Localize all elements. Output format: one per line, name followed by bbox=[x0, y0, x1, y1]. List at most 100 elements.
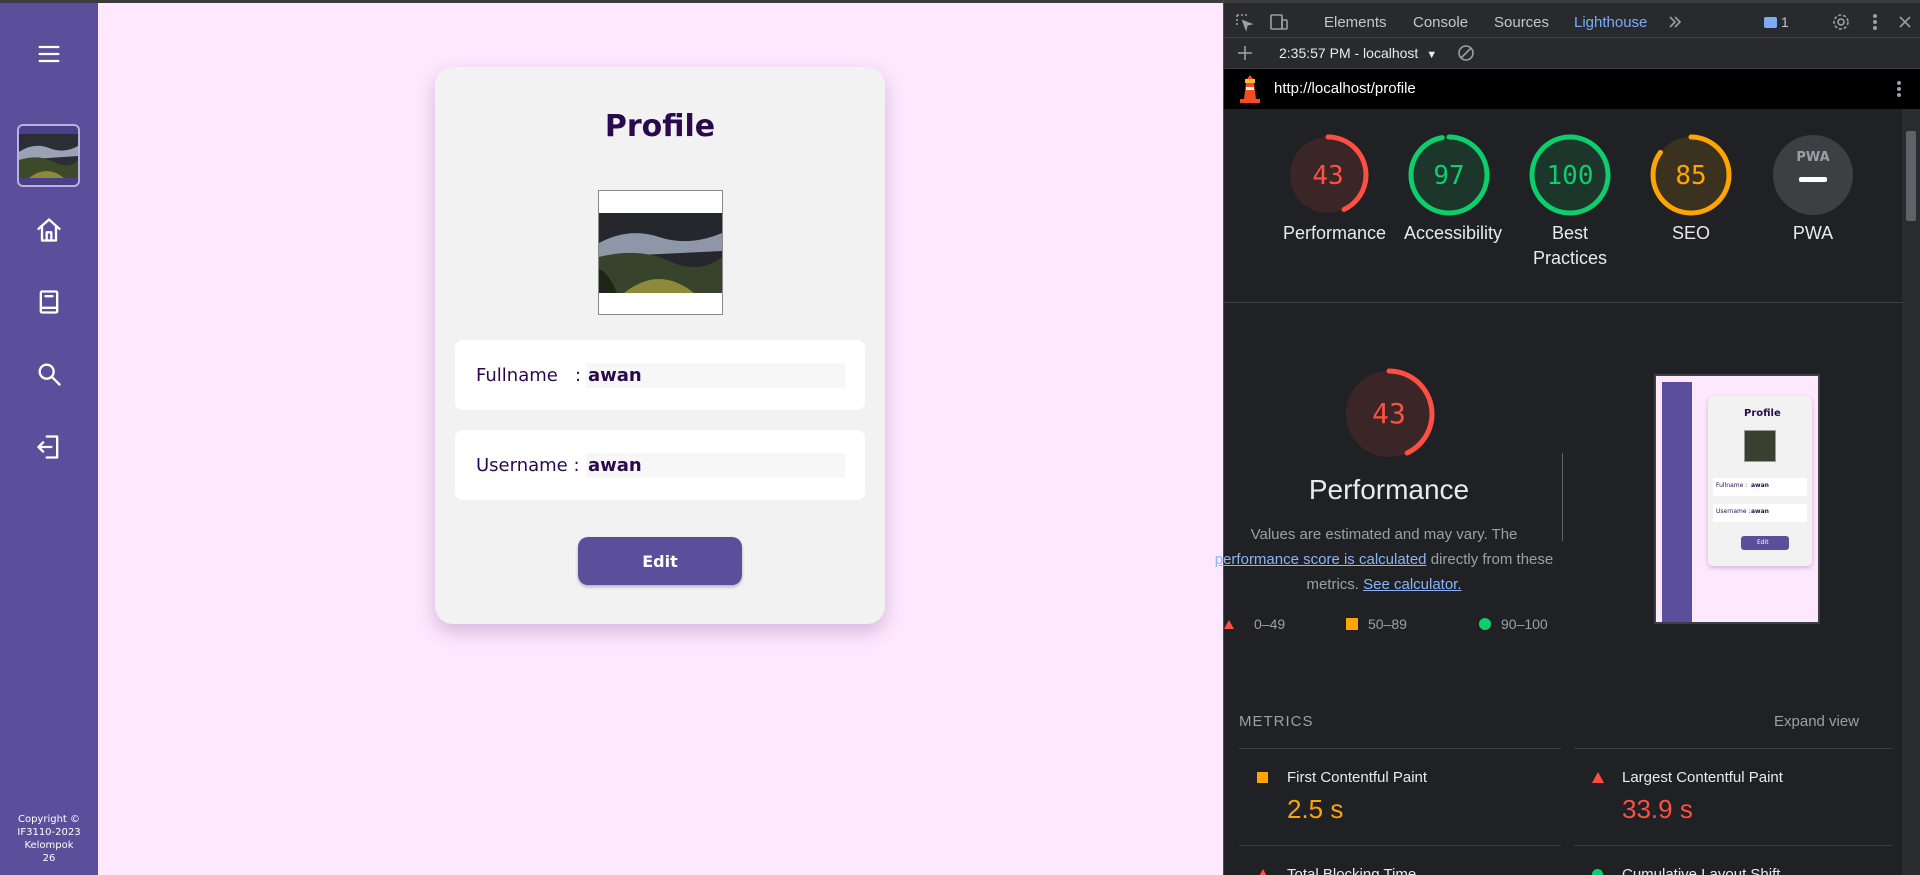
gauge-label: Performance bbox=[1283, 223, 1387, 243]
lighthouse-toolbar: 2:35:57 PM - localhost ▼ bbox=[1224, 38, 1920, 69]
legend-average: 50–89 bbox=[1346, 616, 1407, 632]
tab-sources[interactable]: Sources bbox=[1494, 14, 1549, 31]
gauge-score: 100 bbox=[1547, 161, 1594, 191]
pwa-badge-icon: PWA bbox=[1773, 135, 1853, 215]
score-gauge: 43 bbox=[1287, 134, 1369, 216]
edit-button[interactable]: Edit bbox=[578, 537, 742, 585]
sidebar: Copyright © IF3110-2023 Kelompok 26 bbox=[0, 3, 98, 875]
landscape-photo-icon bbox=[19, 133, 78, 178]
thumbnail-fullname-value: awan bbox=[1751, 482, 1769, 489]
menu-icon[interactable] bbox=[29, 34, 69, 74]
gauge-performance[interactable]: 43 Performance bbox=[1283, 133, 1387, 246]
thumbnail-photo bbox=[1744, 430, 1776, 462]
issues-icon bbox=[1764, 16, 1777, 28]
metric-value: 2.5 s bbox=[1287, 794, 1344, 824]
thumbnail-username-label: Username : bbox=[1716, 508, 1751, 515]
score-gauge: 43 bbox=[1343, 368, 1435, 460]
report-menu-icon[interactable] bbox=[1888, 78, 1910, 100]
gauge-pwa[interactable]: PWA PWA bbox=[1768, 133, 1858, 246]
search-icon[interactable] bbox=[29, 354, 69, 394]
score-calculated-link[interactable]: performance score is calculated bbox=[1215, 551, 1427, 568]
more-tabs-icon[interactable] bbox=[1664, 11, 1686, 33]
copyright-line: IF3110-2023 bbox=[17, 827, 81, 838]
metric-total-blocking-time: Total Blocking Time bbox=[1259, 866, 1417, 875]
metric-name: Cumulative Layout Shift bbox=[1622, 866, 1781, 875]
report-scrollbar[interactable] bbox=[1902, 109, 1920, 875]
sidebar-avatar[interactable] bbox=[17, 124, 80, 187]
divider bbox=[1574, 845, 1892, 846]
metric-name: First Contentful Paint bbox=[1287, 769, 1428, 786]
device-toolbar-icon[interactable] bbox=[1268, 11, 1290, 33]
copyright-text: Copyright © IF3110-2023 Kelompok 26 bbox=[0, 813, 98, 865]
clear-reports-icon[interactable] bbox=[1455, 42, 1477, 64]
inspect-element-icon[interactable] bbox=[1233, 11, 1255, 33]
copyright-line: Kelompok bbox=[24, 840, 74, 851]
report-url-bar: http://localhost/profile bbox=[1224, 69, 1920, 109]
devtools-panel: Elements Console Sources Lighthouse 1 2:… bbox=[1215, 0, 1920, 875]
more-options-icon[interactable] bbox=[1864, 11, 1886, 33]
metrics-heading: METRICS bbox=[1239, 713, 1314, 730]
issues-badge[interactable]: 1 bbox=[1764, 14, 1789, 30]
devtools-tab-bar: Elements Console Sources Lighthouse 1 bbox=[1224, 0, 1920, 40]
legend-label: 50–89 bbox=[1368, 616, 1407, 632]
tab-lighthouse[interactable]: Lighthouse bbox=[1574, 14, 1647, 31]
gauge-label: PWA bbox=[1792, 223, 1834, 243]
square-icon bbox=[1346, 618, 1358, 630]
close-icon[interactable] bbox=[1894, 11, 1916, 33]
username-value: awan bbox=[586, 452, 845, 478]
web-app-viewport: Copyright © IF3110-2023 Kelompok 26 Prof… bbox=[0, 0, 1223, 875]
gauge-score: 43 bbox=[1312, 161, 1343, 191]
logout-icon[interactable] bbox=[29, 427, 69, 467]
divider bbox=[1239, 748, 1561, 749]
gauge-best-practices[interactable]: 100 Best Practices bbox=[1525, 133, 1615, 271]
pwa-badge-text: PWA bbox=[1796, 150, 1829, 165]
tab-console[interactable]: Console bbox=[1413, 14, 1468, 31]
tab-elements[interactable]: Elements bbox=[1324, 14, 1387, 31]
metric-largest-contentful-paint: Largest Contentful Paint 33.9 s bbox=[1592, 769, 1783, 825]
thumbnail-title: Profile bbox=[1744, 408, 1781, 419]
thumbnail-card: Profile Fullname : awan Username : awan … bbox=[1708, 396, 1812, 566]
circle-icon bbox=[1592, 869, 1603, 875]
gauge-label: Accessibility bbox=[1404, 223, 1503, 243]
issues-count: 1 bbox=[1781, 14, 1789, 30]
thumbnail-field: Fullname : awan bbox=[1713, 478, 1807, 496]
legend-pass: 90–100 bbox=[1479, 616, 1548, 632]
add-report-icon[interactable] bbox=[1234, 42, 1256, 64]
see-calculator-link[interactable]: See calculator. bbox=[1363, 576, 1461, 593]
performance-detail-gauge: 43 bbox=[1341, 366, 1437, 462]
gauge-label: SEO bbox=[1671, 223, 1710, 243]
thumbnail-fullname-label: Fullname : bbox=[1716, 482, 1748, 489]
settings-gear-icon[interactable] bbox=[1830, 11, 1852, 33]
username-field: Username : awan bbox=[455, 430, 865, 500]
gauge-score: 43 bbox=[1372, 397, 1406, 430]
copyright-line: Copyright © bbox=[17, 814, 81, 825]
page-screenshot-thumbnail[interactable]: Profile Fullname : awan Username : awan … bbox=[1654, 374, 1820, 624]
performance-description: Values are estimated and may vary. The p… bbox=[1214, 522, 1554, 597]
home-icon[interactable] bbox=[29, 210, 69, 250]
gauge-score: 85 bbox=[1675, 161, 1706, 191]
square-icon bbox=[1257, 772, 1268, 783]
scrollbar-thumb[interactable] bbox=[1906, 131, 1916, 221]
thumbnail-edit-label: Edit bbox=[1757, 539, 1769, 546]
metric-name: Total Blocking Time bbox=[1287, 866, 1417, 875]
profile-photo bbox=[598, 190, 723, 315]
triangle-icon bbox=[1224, 620, 1234, 629]
gauge-accessibility[interactable]: 97 Accessibility bbox=[1404, 133, 1503, 246]
gauge-seo[interactable]: 85 SEO bbox=[1646, 133, 1736, 246]
metric-cumulative-layout-shift: Cumulative Layout Shift bbox=[1592, 866, 1781, 875]
triangle-icon bbox=[1259, 869, 1267, 875]
divider bbox=[1239, 845, 1561, 846]
gauge-score: 97 bbox=[1433, 161, 1464, 191]
legend-label: 90–100 bbox=[1501, 616, 1548, 632]
thumbnail-sidebar bbox=[1662, 382, 1692, 622]
expand-view-toggle[interactable]: Expand view bbox=[1774, 713, 1859, 730]
metric-first-contentful-paint: First Contentful Paint 2.5 s bbox=[1257, 769, 1428, 825]
metric-name: Largest Contentful Paint bbox=[1622, 769, 1783, 786]
book-icon[interactable] bbox=[29, 282, 69, 322]
lighthouse-logo-icon bbox=[1238, 75, 1262, 103]
report-url: http://localhost/profile bbox=[1274, 80, 1416, 97]
thumbnail-edit-button: Edit bbox=[1741, 536, 1789, 550]
report-selector[interactable]: 2:35:57 PM - localhost ▼ bbox=[1279, 45, 1437, 61]
divider bbox=[1562, 453, 1563, 541]
page-title: Profile bbox=[604, 109, 716, 144]
